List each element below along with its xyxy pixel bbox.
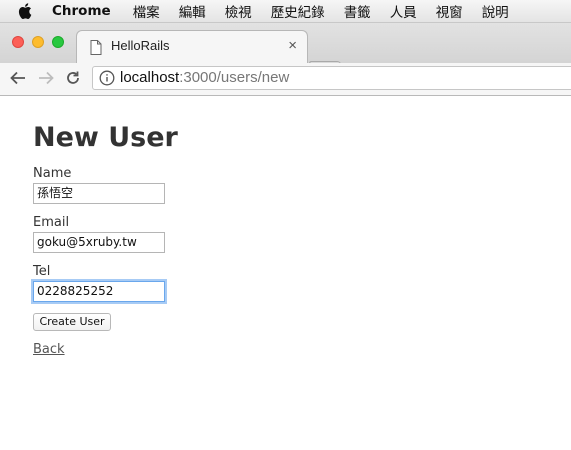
menu-edit[interactable]: 編輯: [179, 1, 206, 21]
tab-title: HelloRails: [111, 38, 170, 53]
menu-bookmarks[interactable]: 書籤: [344, 1, 371, 21]
create-user-button[interactable]: Create User: [33, 313, 111, 331]
back-link[interactable]: Back: [33, 342, 65, 357]
email-label: Email: [33, 215, 70, 230]
reload-icon[interactable]: [63, 68, 83, 88]
document-icon: [90, 40, 102, 59]
page-title: New User: [33, 122, 178, 153]
menu-people[interactable]: 人員: [390, 1, 417, 21]
tel-field[interactable]: 0228825252: [33, 281, 165, 302]
info-icon[interactable]: [99, 70, 115, 90]
back-arrow-icon[interactable]: [8, 68, 28, 88]
forward-arrow-icon[interactable]: [36, 68, 56, 88]
menu-bar: Chrome 檔案 編輯 檢視 歷史紀錄 書籤 人員 視窗 說明: [0, 0, 571, 23]
address-bar[interactable]: localhost:3000/users/new: [92, 66, 571, 90]
browser-toolbar: localhost:3000/users/new: [0, 63, 571, 96]
tel-label: Tel: [33, 264, 51, 279]
menu-app-chrome[interactable]: Chrome: [52, 3, 111, 19]
menu-window[interactable]: 視窗: [436, 1, 463, 21]
menu-history[interactable]: 歷史紀錄: [271, 1, 325, 21]
email-field[interactable]: goku@5xruby.tw: [33, 232, 165, 253]
url-path: :3000/users/new: [179, 69, 290, 86]
window-maximize-button[interactable]: [52, 36, 64, 48]
menu-help[interactable]: 說明: [482, 1, 509, 21]
menu-view[interactable]: 檢視: [225, 1, 252, 21]
tab-strip: HelloRails ×: [0, 23, 571, 80]
window-close-button[interactable]: [12, 36, 24, 48]
url-host: localhost: [120, 69, 180, 86]
name-field[interactable]: 孫悟空: [33, 183, 165, 204]
tab-hellorails[interactable]: HelloRails ×: [76, 30, 308, 63]
menu-file[interactable]: 檔案: [133, 1, 160, 21]
name-label: Name: [33, 166, 72, 181]
window-minimize-button[interactable]: [32, 36, 44, 48]
close-icon[interactable]: ×: [288, 37, 297, 54]
url-text: localhost:3000/users/new: [120, 69, 289, 86]
apple-icon[interactable]: [18, 3, 34, 19]
